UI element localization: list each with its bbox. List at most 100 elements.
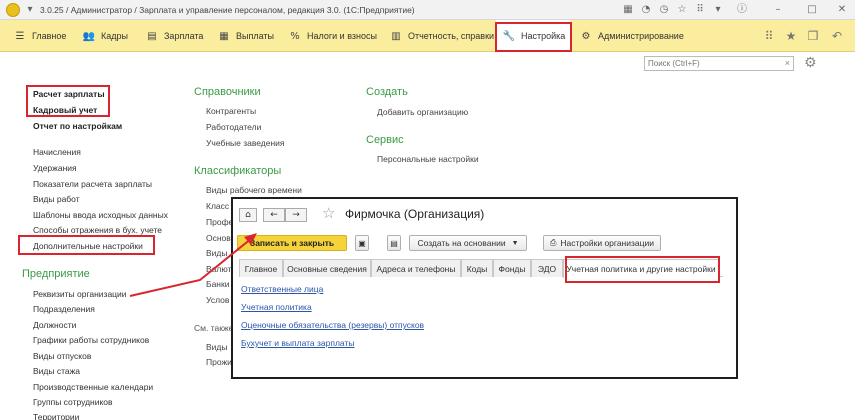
tab-codes[interactable]: Коды — [461, 259, 493, 277]
dropdown-icon[interactable]: ▾ — [24, 4, 36, 16]
link-vacation-reserves[interactable]: Оценочные обязательства (резервы) отпуск… — [241, 320, 424, 330]
tab-edo[interactable]: ЭДО — [531, 259, 563, 277]
link-classifier-partial[interactable]: Валют — [206, 264, 231, 274]
menu-item-reports[interactable]: ▥ Отчетность, справки — [390, 20, 494, 52]
history-icon[interactable]: ◷ — [658, 4, 670, 16]
app-logo-icon[interactable] — [6, 3, 20, 17]
link-classifier-partial[interactable]: Услов — [206, 295, 229, 305]
star-icon[interactable]: ☆ — [676, 4, 688, 16]
link-counterparties[interactable]: Контрагенты — [206, 106, 256, 116]
section-see-also: См. также — [194, 323, 234, 333]
save-button[interactable]: ▣ — [355, 235, 369, 251]
menu-item-main[interactable]: ☰ Главное — [14, 20, 67, 52]
link-personnel-records[interactable]: Кадровый учет — [33, 105, 97, 115]
link-seniority-types[interactable]: Виды стажа — [33, 366, 80, 376]
menu-item-settings[interactable]: 🔧 Настройка — [496, 20, 570, 52]
dialog-tabs: Главное Основные сведения Адреса и телеф… — [239, 259, 723, 278]
tab-label: Коды — [466, 263, 488, 274]
link-see-also-partial[interactable]: Прожи — [206, 357, 232, 367]
link-additional-settings[interactable]: Дополнительные настройки — [33, 241, 143, 251]
link-educational-institutions[interactable]: Учебные заведения — [206, 138, 285, 148]
save-close-button[interactable]: Записать и закрыть — [237, 235, 347, 251]
menu-label: Зарплата — [164, 31, 204, 41]
window-menu-icon[interactable]: ▾ — [712, 4, 724, 16]
link-personal-settings[interactable]: Персональные настройки — [377, 154, 479, 164]
org-settings-button[interactable]: ⎙ Настройки организации — [543, 235, 661, 251]
link-departments[interactable]: Подразделения — [33, 304, 95, 314]
link-classifier-partial[interactable]: Банки — [206, 279, 229, 289]
tab-label: Адреса и телефоны — [376, 263, 456, 274]
link-accounting-policy[interactable]: Учетная политика — [241, 302, 312, 312]
search-input[interactable] — [645, 57, 777, 70]
tab-addresses-phones[interactable]: Адреса и телефоны — [371, 259, 461, 277]
menu-item-payments[interactable]: ▦ Выплаты — [218, 20, 274, 52]
menu-item-taxes[interactable]: % Налоги и взносы — [289, 20, 377, 52]
forward-button[interactable]: → — [285, 208, 307, 222]
close-icon[interactable]: ✕ — [836, 4, 848, 16]
menu-item-administration[interactable]: ⚙ Администрирование — [580, 20, 684, 52]
link-work-time-types[interactable]: Виды рабочего времени — [206, 185, 302, 195]
create-based-button[interactable]: Создать на основании ▼ — [409, 235, 527, 251]
link-calc-indicators[interactable]: Показатели расчета зарплаты — [33, 179, 152, 189]
history-icon[interactable]: ↶ — [830, 29, 844, 43]
link-classifier-partial[interactable]: Виды — [206, 248, 228, 258]
home-icon: ⌂ — [245, 210, 251, 220]
home-button[interactable]: ⌂ — [239, 208, 257, 222]
link-work-types[interactable]: Виды работ — [33, 194, 80, 204]
link-org-details[interactable]: Реквизиты организации — [33, 289, 127, 299]
section-references: Справочники — [194, 86, 261, 98]
link-employers[interactable]: Работодатели — [206, 122, 261, 132]
link-vacation-types[interactable]: Виды отпусков — [33, 351, 91, 361]
maximize-icon[interactable]: □ — [806, 4, 818, 16]
link-add-organization[interactable]: Добавить организацию — [377, 107, 468, 117]
tab-funds[interactable]: Фонды — [493, 259, 531, 277]
link-settings-report[interactable]: Отчет по настройкам — [33, 121, 122, 131]
menu-item-salary[interactable]: ▤ Зарплата — [146, 20, 203, 52]
favorites-star-icon[interactable]: ★ — [784, 29, 798, 43]
link-see-also-partial[interactable]: Виды — [206, 342, 228, 352]
link-deductions[interactable]: Удержания — [33, 163, 77, 173]
apps-icon[interactable]: ⠿ — [694, 4, 706, 16]
copy-icon[interactable]: ❐ — [806, 29, 820, 43]
forward-arrow-icon: → — [292, 210, 300, 220]
section-enterprise: Предприятие — [22, 268, 90, 280]
link-input-templates[interactable]: Шаблоны ввода исходных данных — [33, 210, 168, 220]
link-classifier-partial[interactable]: Класс — [206, 201, 229, 211]
section-classifiers: Классификаторы — [194, 165, 282, 177]
tab-basic-info[interactable]: Основные сведения — [283, 259, 371, 277]
info-icon[interactable]: ⓘ — [736, 4, 748, 16]
link-accruals[interactable]: Начисления — [33, 147, 81, 157]
link-responsible-persons[interactable]: Ответственные лица — [241, 284, 323, 294]
link-positions[interactable]: Должности — [33, 320, 76, 330]
printer-icon: ⎙ — [550, 238, 557, 247]
document-button[interactable]: ▤ — [387, 235, 401, 251]
tab-label: Основные сведения — [287, 263, 367, 274]
favorite-star-icon[interactable]: ☆ — [322, 204, 335, 222]
link-accounting-methods[interactable]: Способы отражения в бух. учете — [33, 225, 162, 235]
link-territories[interactable]: Территории — [33, 412, 79, 420]
link-production-calendars[interactable]: Производственные календари — [33, 382, 153, 392]
clear-icon[interactable]: × — [785, 57, 790, 70]
menu-label: Главное — [32, 31, 67, 41]
organization-dialog: ⌂ ← → ☆ Фирмочка (Организация) Записать … — [231, 197, 738, 379]
bell-icon[interactable]: ◔ — [640, 4, 652, 16]
gear-icon[interactable]: ⚙ — [804, 55, 817, 71]
chevron-down-icon: ▼ — [511, 239, 519, 247]
link-classifier-partial[interactable]: Профе — [206, 217, 233, 227]
tab-accounting-policy[interactable]: Учетная политика и другие настройки — [563, 259, 719, 278]
dialog-title: Фирмочка (Организация) — [345, 207, 485, 221]
menu-item-hr[interactable]: 👥 Кадры — [83, 20, 128, 52]
tab-main[interactable]: Главное — [239, 259, 283, 277]
section-create: Создать — [366, 86, 408, 98]
menu-label: Налоги и взносы — [307, 31, 377, 41]
minimize-icon[interactable]: – — [772, 4, 784, 16]
apps-grid-icon[interactable]: ⠿ — [762, 29, 776, 43]
section-menu: ☰ Главное 👥 Кадры ▤ Зарплата ▦ Выплаты %… — [0, 20, 855, 52]
link-classifier-partial[interactable]: Основ — [206, 233, 231, 243]
link-payroll-accounting[interactable]: Бухучет и выплата зарплаты — [241, 338, 354, 348]
calendar-icon[interactable]: ▦ — [622, 4, 634, 16]
link-payroll-calculation[interactable]: Расчет зарплаты — [33, 89, 105, 99]
back-button[interactable]: ← — [263, 208, 285, 222]
link-employee-groups[interactable]: Группы сотрудников — [33, 397, 113, 407]
link-work-schedules[interactable]: Графики работы сотрудников — [33, 335, 149, 345]
